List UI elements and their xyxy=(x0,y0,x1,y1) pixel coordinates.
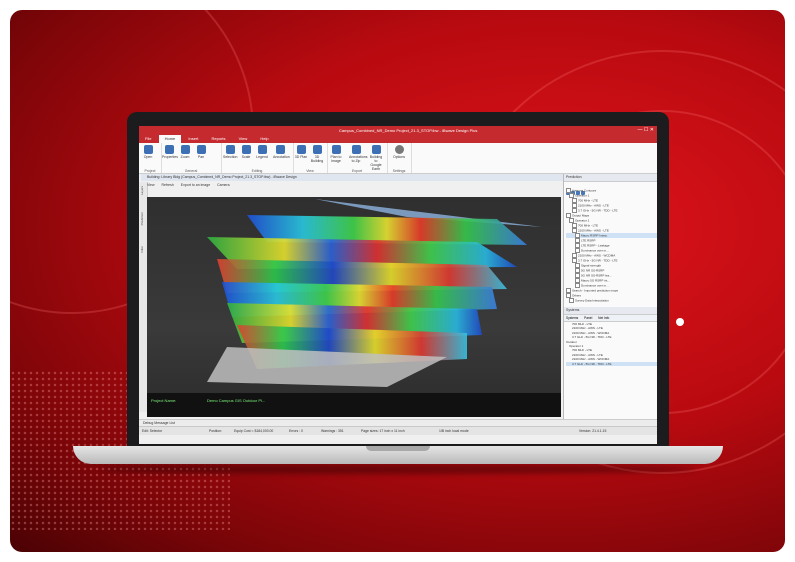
decorative-dot xyxy=(676,318,684,326)
tree-item-selected[interactable]: 3.7 GHz - 5G NR - TDD - LTE xyxy=(566,361,657,367)
view-toolbar: View Refresh Export to an image Camera xyxy=(147,182,561,189)
tab-insert[interactable]: Insert xyxy=(182,135,204,143)
group-label: Project xyxy=(144,169,156,173)
ribbon-group-settings: Options Settings xyxy=(387,143,412,173)
pan-button[interactable]: Pan xyxy=(194,145,208,159)
status-version: Version: 21.4.1.15 xyxy=(579,429,607,433)
scale-button[interactable]: Scale xyxy=(239,145,253,159)
properties-icon xyxy=(164,145,174,154)
tab-help[interactable]: Help xyxy=(254,135,274,143)
folder-icon xyxy=(143,145,153,154)
group-label: General xyxy=(184,169,198,173)
side-tab-layers[interactable]: Layers xyxy=(140,186,144,195)
3d-plan-button[interactable]: 3D Plan xyxy=(294,145,308,159)
globe-icon xyxy=(371,145,381,154)
status-mode: Edit: Selector xyxy=(142,429,163,433)
image-icon xyxy=(331,145,341,154)
options-button[interactable]: Options xyxy=(392,145,406,159)
group-label: Editing xyxy=(251,169,263,173)
selection-button[interactable]: Selection xyxy=(223,145,237,159)
3d-building-heatmap xyxy=(207,199,542,387)
3d-plan-icon xyxy=(296,145,306,154)
project-info-bar: Project Name: Demo Campus GIS Outdoor Pl… xyxy=(147,393,561,417)
ribbon-group-editing: Selection Scale Legend Annotation Editin… xyxy=(221,143,294,173)
view-icon-bar xyxy=(147,189,207,202)
project-name-value: Demo Campus GIS Outdoor Pl... xyxy=(207,398,266,403)
tab-home[interactable]: Home xyxy=(158,135,182,143)
status-page-size: Page sizes: 17 inch x 11 inch xyxy=(361,429,405,433)
systems-tree: 700 MHz - LTE 2100 MHz - AWS - LTE 2100 … xyxy=(564,322,657,367)
status-cost: Equip Cost = $184,000.00 xyxy=(234,429,274,433)
page-frame: Campus_Combined_NR_Demo Project_21.3_STO… xyxy=(0,0,795,562)
camera-menu[interactable]: Camera xyxy=(217,183,229,187)
project-name-label: Project Name: xyxy=(151,398,177,403)
window-title: Campus_Combined_NR_Demo Project_21.3_STO… xyxy=(339,128,478,133)
tree-item[interactable]: Survey Data Interpolation xyxy=(566,298,657,303)
refresh-menu[interactable]: Refresh xyxy=(162,183,174,187)
plan-to-image-button[interactable]: Plan to Image xyxy=(329,145,343,163)
building-to-google-earth-button[interactable]: Building to Google Earth xyxy=(369,145,383,171)
ribbon-group-project: Open Project xyxy=(139,143,162,173)
group-label: Export xyxy=(351,169,363,173)
cursor-icon xyxy=(225,145,235,154)
status-bar: Edit: Selector Position: Equip Cost = $1… xyxy=(139,426,657,435)
systems-panel-title: Systems xyxy=(564,307,657,315)
ruler-icon xyxy=(241,145,251,154)
ribbon-group-view: 3D Plan 3D Building View xyxy=(293,143,328,173)
magnifier-icon xyxy=(180,145,190,154)
legend-icon xyxy=(257,145,267,154)
group-label: View xyxy=(306,169,314,173)
annotations-to-zip-button[interactable]: Annotations to Zip xyxy=(349,145,368,163)
zoom-button[interactable]: Zoom xyxy=(178,145,192,159)
building-icon xyxy=(312,145,322,154)
status-position: Position: xyxy=(209,429,223,433)
app-window: Campus_Combined_NR_Demo Project_21.3_STO… xyxy=(139,126,657,444)
side-tab-filter[interactable]: Filter xyxy=(140,246,144,253)
tab-view[interactable]: View xyxy=(233,135,254,143)
export-image-menu[interactable]: Export to an image xyxy=(181,183,210,187)
status-units: 1IB inch local mode xyxy=(439,429,469,433)
laptop-shadow xyxy=(100,464,696,474)
document-tab[interactable]: Building: Library Bldg (Campus_Combined_… xyxy=(141,174,567,181)
title-bar: Campus_Combined_NR_Demo Project_21.3_STO… xyxy=(139,126,657,135)
menu-tabs: File Home Insert Reports View Help xyxy=(139,135,657,143)
ribbon-group-export: Plan to Image Annotations to Zip Buildin… xyxy=(327,143,388,173)
status-warnings: Warnings : 351 xyxy=(321,429,344,433)
side-tab-prediction[interactable]: Prediction xyxy=(140,212,144,225)
prediction-tree: Antenna Contours Operator 1 700 MHz - LT… xyxy=(564,188,657,303)
status-errors: Errors : 0 xyxy=(289,429,303,433)
3d-building-button[interactable]: 3D Building xyxy=(310,145,324,163)
group-label: Settings xyxy=(392,169,406,173)
prediction-panel-title: Prediction xyxy=(564,174,657,182)
laptop-notch xyxy=(366,446,430,451)
right-panel: Prediction Antenna Contours Operator 1 7… xyxy=(563,174,657,419)
tab-net-info[interactable]: Net Info xyxy=(598,316,609,320)
hand-icon xyxy=(196,145,206,154)
tab-panel[interactable]: Panel xyxy=(584,316,592,320)
properties-button[interactable]: Properties xyxy=(162,145,178,159)
zip-icon xyxy=(351,145,361,154)
3d-viewport[interactable]: Project Name: Demo Campus GIS Outdoor Pl… xyxy=(147,197,561,417)
legend-button[interactable]: Legend xyxy=(255,145,269,159)
systems-tabs: Systems Panel Net Info xyxy=(564,315,657,322)
gear-icon xyxy=(394,145,404,154)
tab-systems[interactable]: Systems xyxy=(566,316,578,320)
annotation-button[interactable]: Annotation xyxy=(273,145,290,159)
open-button[interactable]: Open xyxy=(141,145,155,159)
tab-reports[interactable]: Reports xyxy=(206,135,232,143)
ribbon: Open Project Properties Zoom Pan General… xyxy=(139,143,657,174)
pin-icon xyxy=(275,145,285,154)
tab-file[interactable]: File xyxy=(139,135,157,143)
ribbon-group-general: Properties Zoom Pan General xyxy=(161,143,222,173)
view-menu[interactable]: View xyxy=(147,183,155,187)
window-controls[interactable]: — ☐ ✕ xyxy=(638,126,654,135)
